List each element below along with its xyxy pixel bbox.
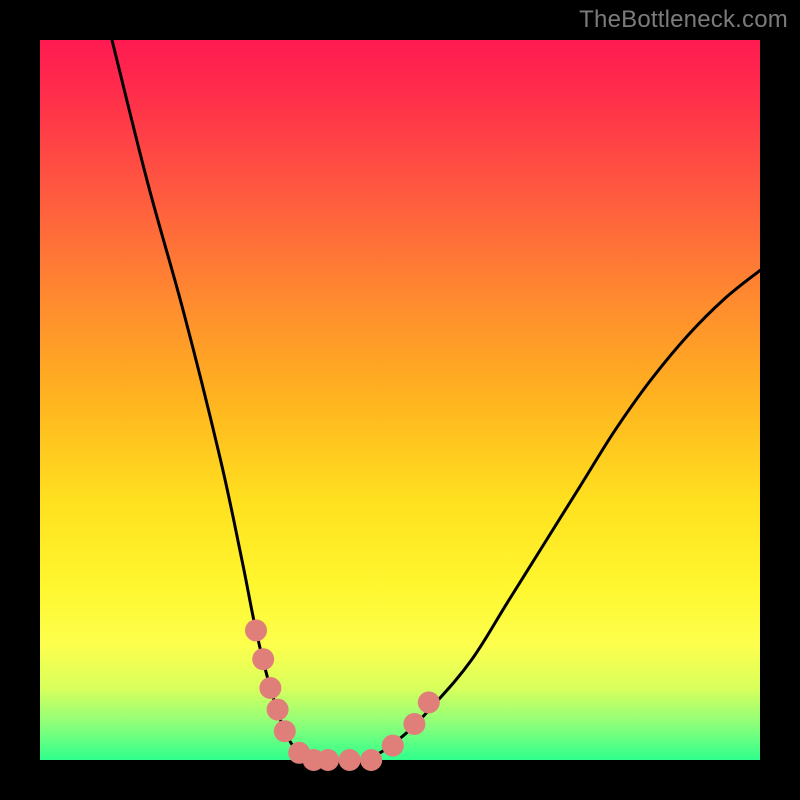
marker-dot xyxy=(252,648,274,670)
marker-dot xyxy=(245,619,267,641)
marker-dot xyxy=(339,749,361,771)
bottleneck-curve xyxy=(112,40,760,762)
marker-dot xyxy=(403,713,425,735)
highlight-markers xyxy=(245,619,440,771)
watermark-text: TheBottleneck.com xyxy=(579,6,788,34)
marker-dot xyxy=(317,749,339,771)
curve-layer xyxy=(40,40,760,760)
marker-dot xyxy=(418,691,440,713)
outer-frame: TheBottleneck.com xyxy=(0,0,800,800)
marker-dot xyxy=(267,699,289,721)
marker-dot xyxy=(259,677,281,699)
plot-area xyxy=(40,40,760,760)
marker-dot xyxy=(382,735,404,757)
marker-dot xyxy=(360,749,382,771)
marker-dot xyxy=(274,720,296,742)
